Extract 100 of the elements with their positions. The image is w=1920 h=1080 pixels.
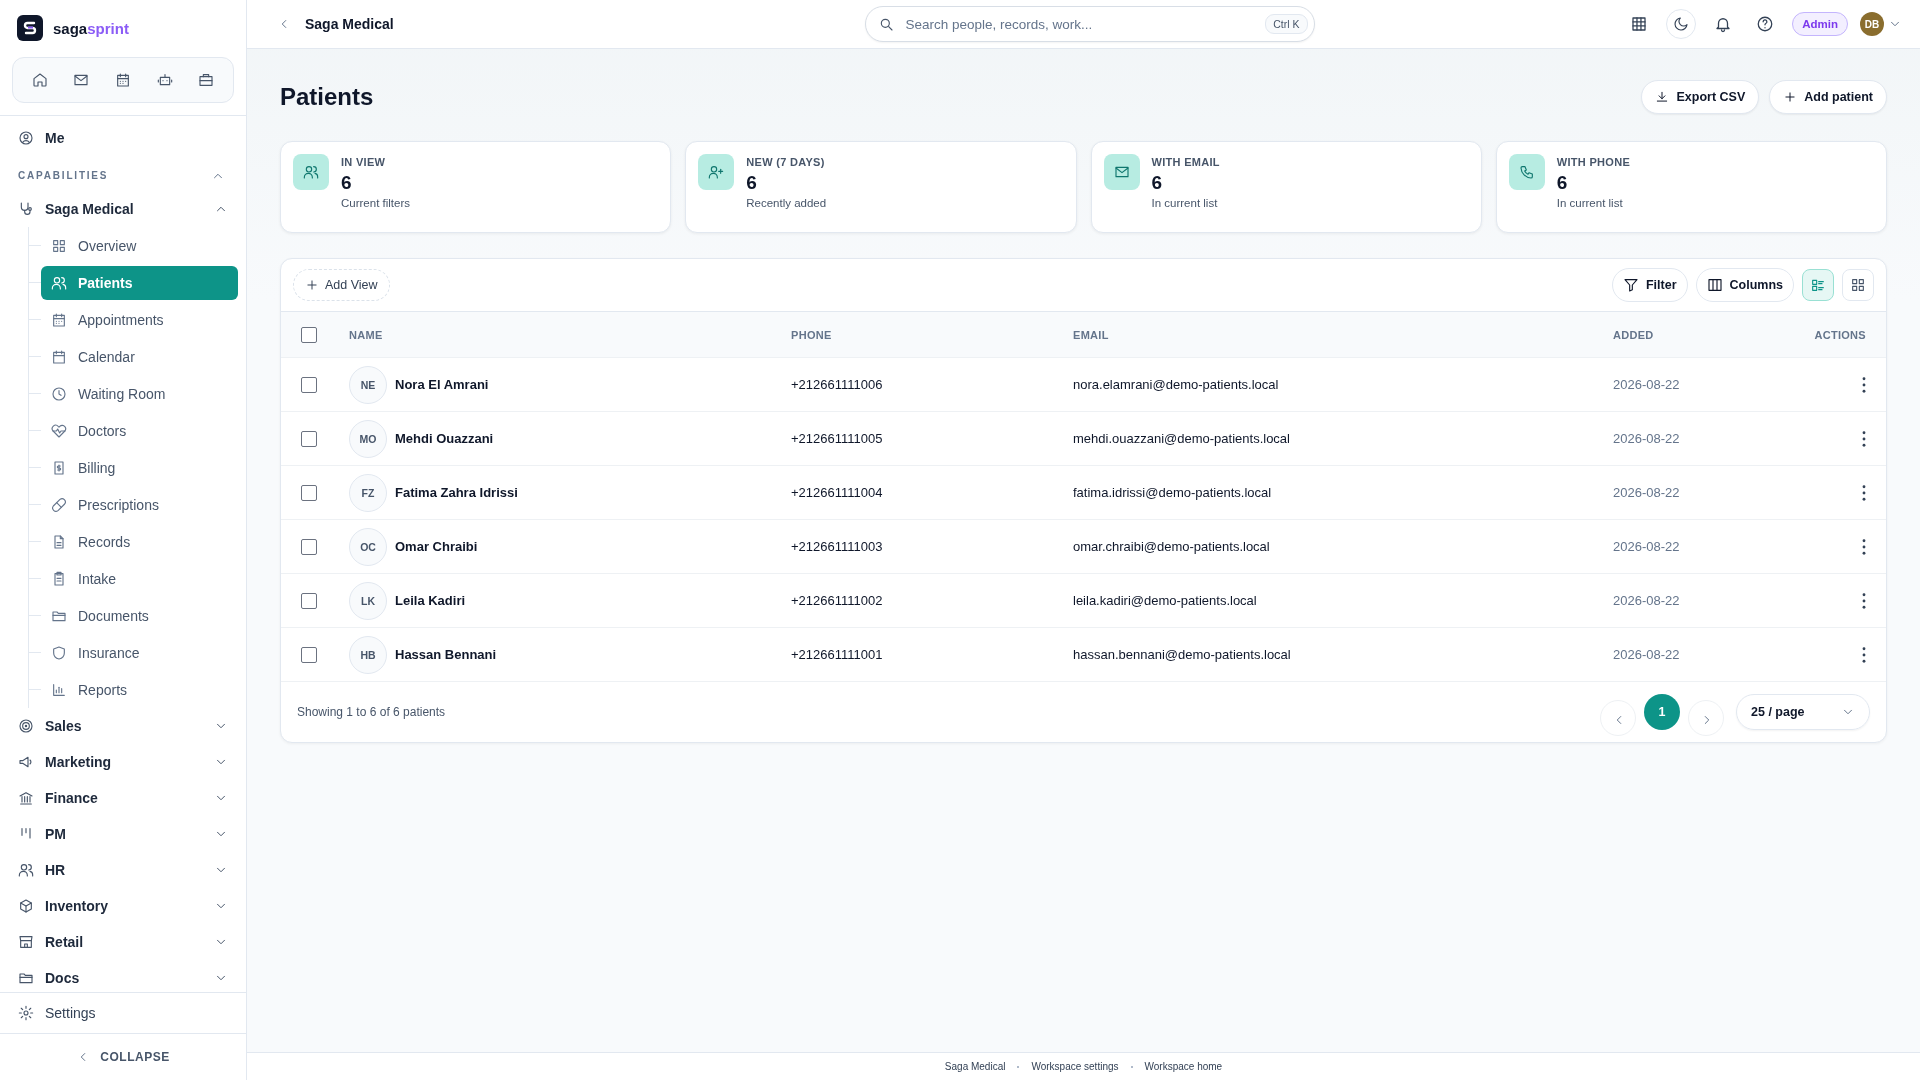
me-item[interactable]: Me [10,119,238,156]
column-header: ADDED [1613,328,1655,341]
initials-avatar: OC [349,527,387,566]
nav-item[interactable]: Prescriptions [41,487,238,522]
account-menu[interactable]: DB [1860,12,1902,36]
download-icon [1655,90,1670,104]
module-item[interactable]: Retail [10,924,238,960]
nav-item[interactable]: Waiting Room [41,376,238,411]
view-toggle[interactable] [1842,269,1874,301]
row-menu-button[interactable] [1862,430,1866,447]
more-icon [1862,430,1866,447]
role-badge: Admin [1792,12,1848,36]
export-button[interactable]: Export CSV [1641,80,1760,114]
collapse-button[interactable]: COLLAPSE [76,1050,170,1064]
module-item[interactable]: PM [10,816,238,852]
footer-link[interactable]: Workspace settings [1031,1061,1119,1072]
stethoscope-icon [18,201,34,217]
search-field[interactable]: Search people, records, work... [903,15,1256,33]
nav-item[interactable]: Doctors [41,413,238,448]
robot-icon [156,72,173,88]
row-menu-button[interactable] [1862,646,1866,663]
column-header: NAME [349,328,384,341]
calendar-icon [115,72,131,88]
module-item[interactable]: Sales [10,708,238,744]
store-icon [18,934,34,950]
table-cell: 2026-08-22 [1613,431,1680,446]
list-view-icon [1810,277,1826,293]
row-checkbox[interactable] [301,646,317,663]
grid-icon [51,237,67,254]
more-icon [1862,592,1866,609]
receipt-icon [51,459,67,476]
module-item[interactable]: Finance [10,780,238,816]
grid-icon [1850,277,1866,293]
module-item[interactable]: Docs [10,960,238,992]
row-menu-button[interactable] [1862,484,1866,501]
row-menu-button[interactable] [1862,376,1866,393]
more-icon [1862,376,1866,393]
module-item[interactable]: Saga Medical [10,191,238,227]
stat-label: NEW (7 DAYS) [746,156,826,168]
nav-item[interactable]: Overview [41,228,238,263]
footer-link[interactable]: Workspace home [1144,1061,1223,1072]
stat-caption: Recently added [746,197,827,209]
nav-item[interactable]: Appointments [41,302,238,337]
nav-item[interactable]: Insurance [41,635,238,670]
avatar: DB [1860,12,1884,36]
stat-value: 6 [1556,172,1569,194]
table-cell: leila.kadiri@demo-patients.local [1073,593,1257,608]
nav-item[interactable]: Reports [41,672,238,707]
filter-icon [1622,277,1639,293]
table-cell: hassan.bennani@demo-patients.local [1073,647,1291,662]
column-header: EMAIL [1073,328,1110,341]
select-all-checkbox[interactable] [301,326,317,343]
table-cell: mehdi.ouazzani@demo-patients.local [1073,431,1290,446]
patient-name: Leila Kadiri [395,593,466,608]
footer-link[interactable]: Saga Medical [944,1061,1006,1072]
page-button[interactable]: 1 [1644,694,1680,730]
section-label: CAPABILITIES [18,170,109,181]
patient-name: Nora El Amrani [395,377,489,392]
user-circle-icon [18,129,34,146]
settings-item[interactable]: Settings [10,994,238,1031]
add-button[interactable]: Add patient [1769,80,1887,114]
row-checkbox[interactable] [301,376,317,393]
stat-caption: In current list [1151,197,1219,209]
initials-avatar: MO [349,419,387,458]
briefcase-icon [198,72,215,88]
plus-icon [1783,90,1798,104]
row-menu-button[interactable] [1862,538,1866,555]
settings-icon [18,1004,34,1021]
module-item[interactable]: HR [10,852,238,888]
row-checkbox[interactable] [301,484,317,501]
shield-icon [51,644,67,661]
mail-icon [1113,164,1130,180]
table-cell: +212661111004 [791,485,883,500]
row-checkbox[interactable] [301,538,317,555]
row-checkbox[interactable] [301,430,317,447]
search-bar[interactable]: Search people, records, work... Ctrl K [864,6,1315,42]
calendar-icon [51,348,67,365]
users-icon [18,862,34,878]
nav-item[interactable]: Intake [41,561,238,596]
nav-item[interactable]: Documents [41,598,238,633]
row-checkbox[interactable] [301,592,317,609]
patient-name: Omar Chraibi [395,539,478,554]
view-toggle[interactable] [1802,269,1834,301]
bell-icon [1714,15,1733,33]
patient-name: Hassan Bennani [395,647,497,662]
nav-item[interactable]: Records [41,524,238,559]
columns-icon [1706,277,1723,293]
nav-item[interactable]: Patients [41,265,238,300]
module-item[interactable]: Marketing [10,744,238,780]
table-cell: fatima.idrissi@demo-patients.local [1073,485,1272,500]
results-summary: Showing 1 to 6 of 6 patients [297,705,446,719]
module-item[interactable]: Inventory [10,888,238,924]
heart-pulse-icon [51,422,67,439]
stat-value: 6 [1151,172,1164,194]
nav-item[interactable]: Calendar [41,339,238,374]
pill-icon [51,496,67,513]
initials-avatar: FZ [349,473,387,512]
nav-item[interactable]: Billing [41,450,238,485]
row-menu-button[interactable] [1862,592,1866,609]
table-cell: 2026-08-22 [1613,485,1680,500]
